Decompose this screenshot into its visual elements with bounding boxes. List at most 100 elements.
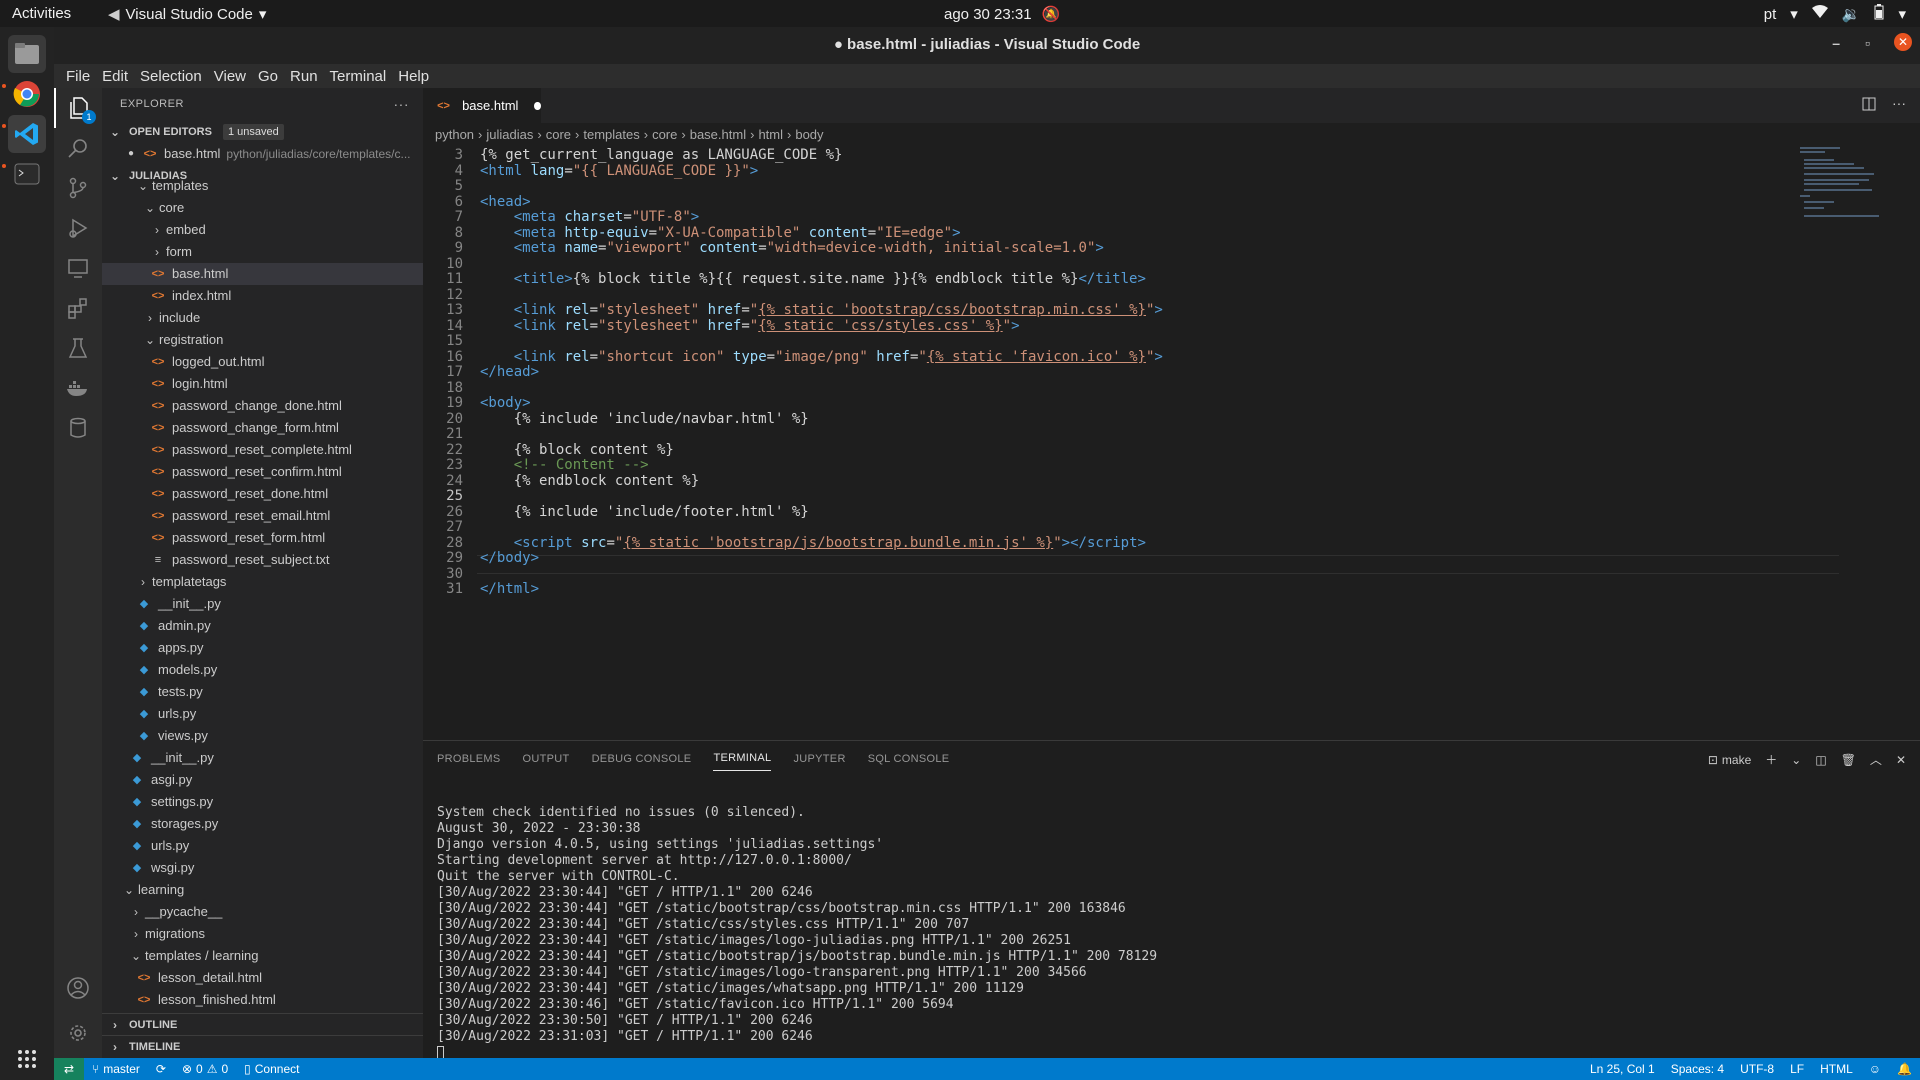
tree-folder[interactable]: › form	[102, 241, 423, 263]
tree-file[interactable]: <> password_reset_confirm.html	[102, 461, 423, 483]
tree-folder[interactable]: › migrations	[102, 923, 423, 945]
breadcrumb-item[interactable]: python	[435, 127, 474, 142]
tree-folder[interactable]: ⌄ core	[102, 197, 423, 219]
code-line[interactable]: <body>	[480, 395, 531, 411]
open-editor-item[interactable]: ● <> base.html python/juliadias/core/tem…	[102, 143, 423, 165]
more-actions-icon[interactable]: ···	[1892, 95, 1906, 111]
tree-file[interactable]: <> password_reset_complete.html	[102, 439, 423, 461]
tree-file[interactable]: <> password_reset_done.html	[102, 483, 423, 505]
new-terminal-icon[interactable]: ＋	[1765, 751, 1777, 768]
run-debug-icon[interactable]	[54, 208, 102, 248]
database-icon[interactable]	[54, 408, 102, 448]
search-icon[interactable]	[54, 128, 102, 168]
tab-base-html[interactable]: <> base.html	[423, 88, 541, 123]
end-of-line[interactable]: LF	[1782, 1062, 1812, 1076]
extensions-icon[interactable]	[54, 288, 102, 328]
tree-file[interactable]: <> lesson_detail.html	[102, 967, 423, 989]
tab-jupyter[interactable]: JUPYTER	[793, 753, 845, 765]
tab-terminal[interactable]: TERMINAL	[713, 752, 772, 771]
code-line[interactable]: <link rel="stylesheet" href="{% static '…	[480, 318, 1020, 334]
problems-indicator[interactable]: ⊗ 0 ⚠ 0	[174, 1062, 236, 1076]
code-line[interactable]: </html>	[480, 581, 539, 597]
menu-edit[interactable]: Edit	[96, 68, 134, 85]
tree-file[interactable]: ◆ admin.py	[102, 615, 423, 637]
code-line[interactable]: <title>{% block title %}{{ request.site.…	[480, 271, 1146, 287]
code-line[interactable]: {% get_current_language as LANGUAGE_CODE…	[480, 147, 842, 163]
tree-file[interactable]: <> index.html	[102, 285, 423, 307]
tree-file[interactable]: <> password_reset_email.html	[102, 505, 423, 527]
tree-folder[interactable]: › __pycache__	[102, 901, 423, 923]
unsaved-dot-icon[interactable]	[534, 101, 541, 110]
tree-folder[interactable]: ⌄ templates / learning	[102, 945, 423, 967]
menu-file[interactable]: File	[60, 68, 96, 85]
tree-folder[interactable]: ⌄ registration	[102, 329, 423, 351]
code-line[interactable]: {% include 'include/navbar.html' %}	[480, 411, 809, 427]
remote-explorer-icon[interactable]	[54, 248, 102, 288]
trash-icon[interactable]: 🗑	[1841, 753, 1856, 767]
system-tray[interactable]: pt ▾ 🔉 ▾	[1764, 4, 1906, 24]
encoding[interactable]: UTF-8	[1732, 1062, 1782, 1076]
breadcrumb-item[interactable]: core	[652, 127, 677, 142]
split-editor-icon[interactable]	[1862, 97, 1876, 116]
language-mode[interactable]: HTML	[1812, 1062, 1861, 1076]
tree-folder[interactable]: › templatetags	[102, 571, 423, 593]
code-line[interactable]: <head>	[480, 194, 531, 210]
tree-file[interactable]: ◆ wsgi.py	[102, 857, 423, 879]
outline-section[interactable]: › OUTLINE	[102, 1013, 423, 1035]
menu-help[interactable]: Help	[392, 68, 435, 85]
input-language-label[interactable]: pt	[1764, 6, 1777, 23]
vscode-icon[interactable]	[8, 115, 46, 153]
clock[interactable]: ago 30 23:31 🔕	[944, 5, 1060, 24]
code-line[interactable]: <script src="{% static 'bootstrap/js/boo…	[480, 535, 1146, 551]
code-line[interactable]: <meta name="viewport" content="width=dev…	[480, 240, 1104, 256]
tree-file[interactable]: ◆ tests.py	[102, 681, 423, 703]
settings-gear-icon[interactable]	[54, 1013, 102, 1053]
code-line[interactable]: {% block content %}	[480, 442, 674, 458]
tree-folder[interactable]: › include	[102, 307, 423, 329]
explorer-icon[interactable]: 1	[54, 88, 102, 128]
tree-file[interactable]: ◆ __init__.py	[102, 747, 423, 769]
breadcrumb-item[interactable]: templates	[583, 127, 639, 142]
docker-icon[interactable]	[54, 368, 102, 408]
tree-file[interactable]: ◆ asgi.py	[102, 769, 423, 791]
breadcrumb-item[interactable]: base.html	[690, 127, 746, 142]
activities-button[interactable]: Activities	[12, 5, 71, 22]
menu-selection[interactable]: Selection	[134, 68, 208, 85]
menu-view[interactable]: View	[208, 68, 252, 85]
code-line[interactable]: <link rel="shortcut icon" type="image/pn…	[480, 349, 1163, 365]
tree-file[interactable]: ◆ apps.py	[102, 637, 423, 659]
chevron-down-icon[interactable]: ⌄	[1791, 753, 1801, 767]
cursor-position[interactable]: Ln 25, Col 1	[1582, 1062, 1663, 1076]
tab-output[interactable]: OUTPUT	[523, 753, 570, 765]
more-actions-icon[interactable]: ···	[394, 88, 410, 121]
indentation[interactable]: Spaces: 4	[1663, 1062, 1732, 1076]
tree-file[interactable]: ◆ storages.py	[102, 813, 423, 835]
tree-file[interactable]: <> logged_out.html	[102, 351, 423, 373]
split-terminal-icon[interactable]: ◫	[1815, 753, 1826, 767]
tree-file[interactable]: ◆ views.py	[102, 725, 423, 747]
code-editor[interactable]: 3 {% get_current_language as LANGUAGE_COD…	[423, 145, 1843, 740]
code-line[interactable]: <meta http-equiv="X-UA-Compatible" conte…	[480, 225, 961, 241]
terminal-icon[interactable]	[8, 155, 46, 193]
tree-file[interactable]: <> lesson_finished.html	[102, 989, 423, 1011]
code-line[interactable]: <link rel="stylesheet" href="{% static '…	[480, 302, 1163, 318]
code-line[interactable]: <meta charset="UTF-8">	[480, 209, 700, 225]
tab-debug-console[interactable]: DEBUG CONSOLE	[592, 753, 692, 765]
code-line[interactable]: {% endblock content %}	[480, 473, 699, 489]
tree-file[interactable]: <> base.html	[102, 263, 423, 285]
open-editors-section[interactable]: ⌄ OPEN EDITORS 1 unsaved	[102, 121, 423, 143]
tree-file[interactable]: ◆ urls.py	[102, 835, 423, 857]
notifications-icon[interactable]: 🔔	[1889, 1062, 1920, 1076]
sync-icon[interactable]: ⟳	[148, 1062, 174, 1076]
testing-icon[interactable]	[54, 328, 102, 368]
code-line[interactable]: <!-- Content -->	[480, 457, 649, 473]
tree-file[interactable]: ◆ __init__.py	[102, 593, 423, 615]
unsaved-dot-icon[interactable]: ●	[128, 143, 134, 165]
tree-file[interactable]: <> login.html	[102, 373, 423, 395]
close-icon[interactable]: ✕	[1894, 33, 1912, 51]
minimize-icon[interactable]: –	[1832, 35, 1840, 51]
tree-folder[interactable]: ⌄ learning	[102, 879, 423, 901]
files-icon[interactable]	[8, 35, 46, 73]
show-applications-icon[interactable]	[8, 1040, 46, 1078]
tree-folder[interactable]: › embed	[102, 219, 423, 241]
